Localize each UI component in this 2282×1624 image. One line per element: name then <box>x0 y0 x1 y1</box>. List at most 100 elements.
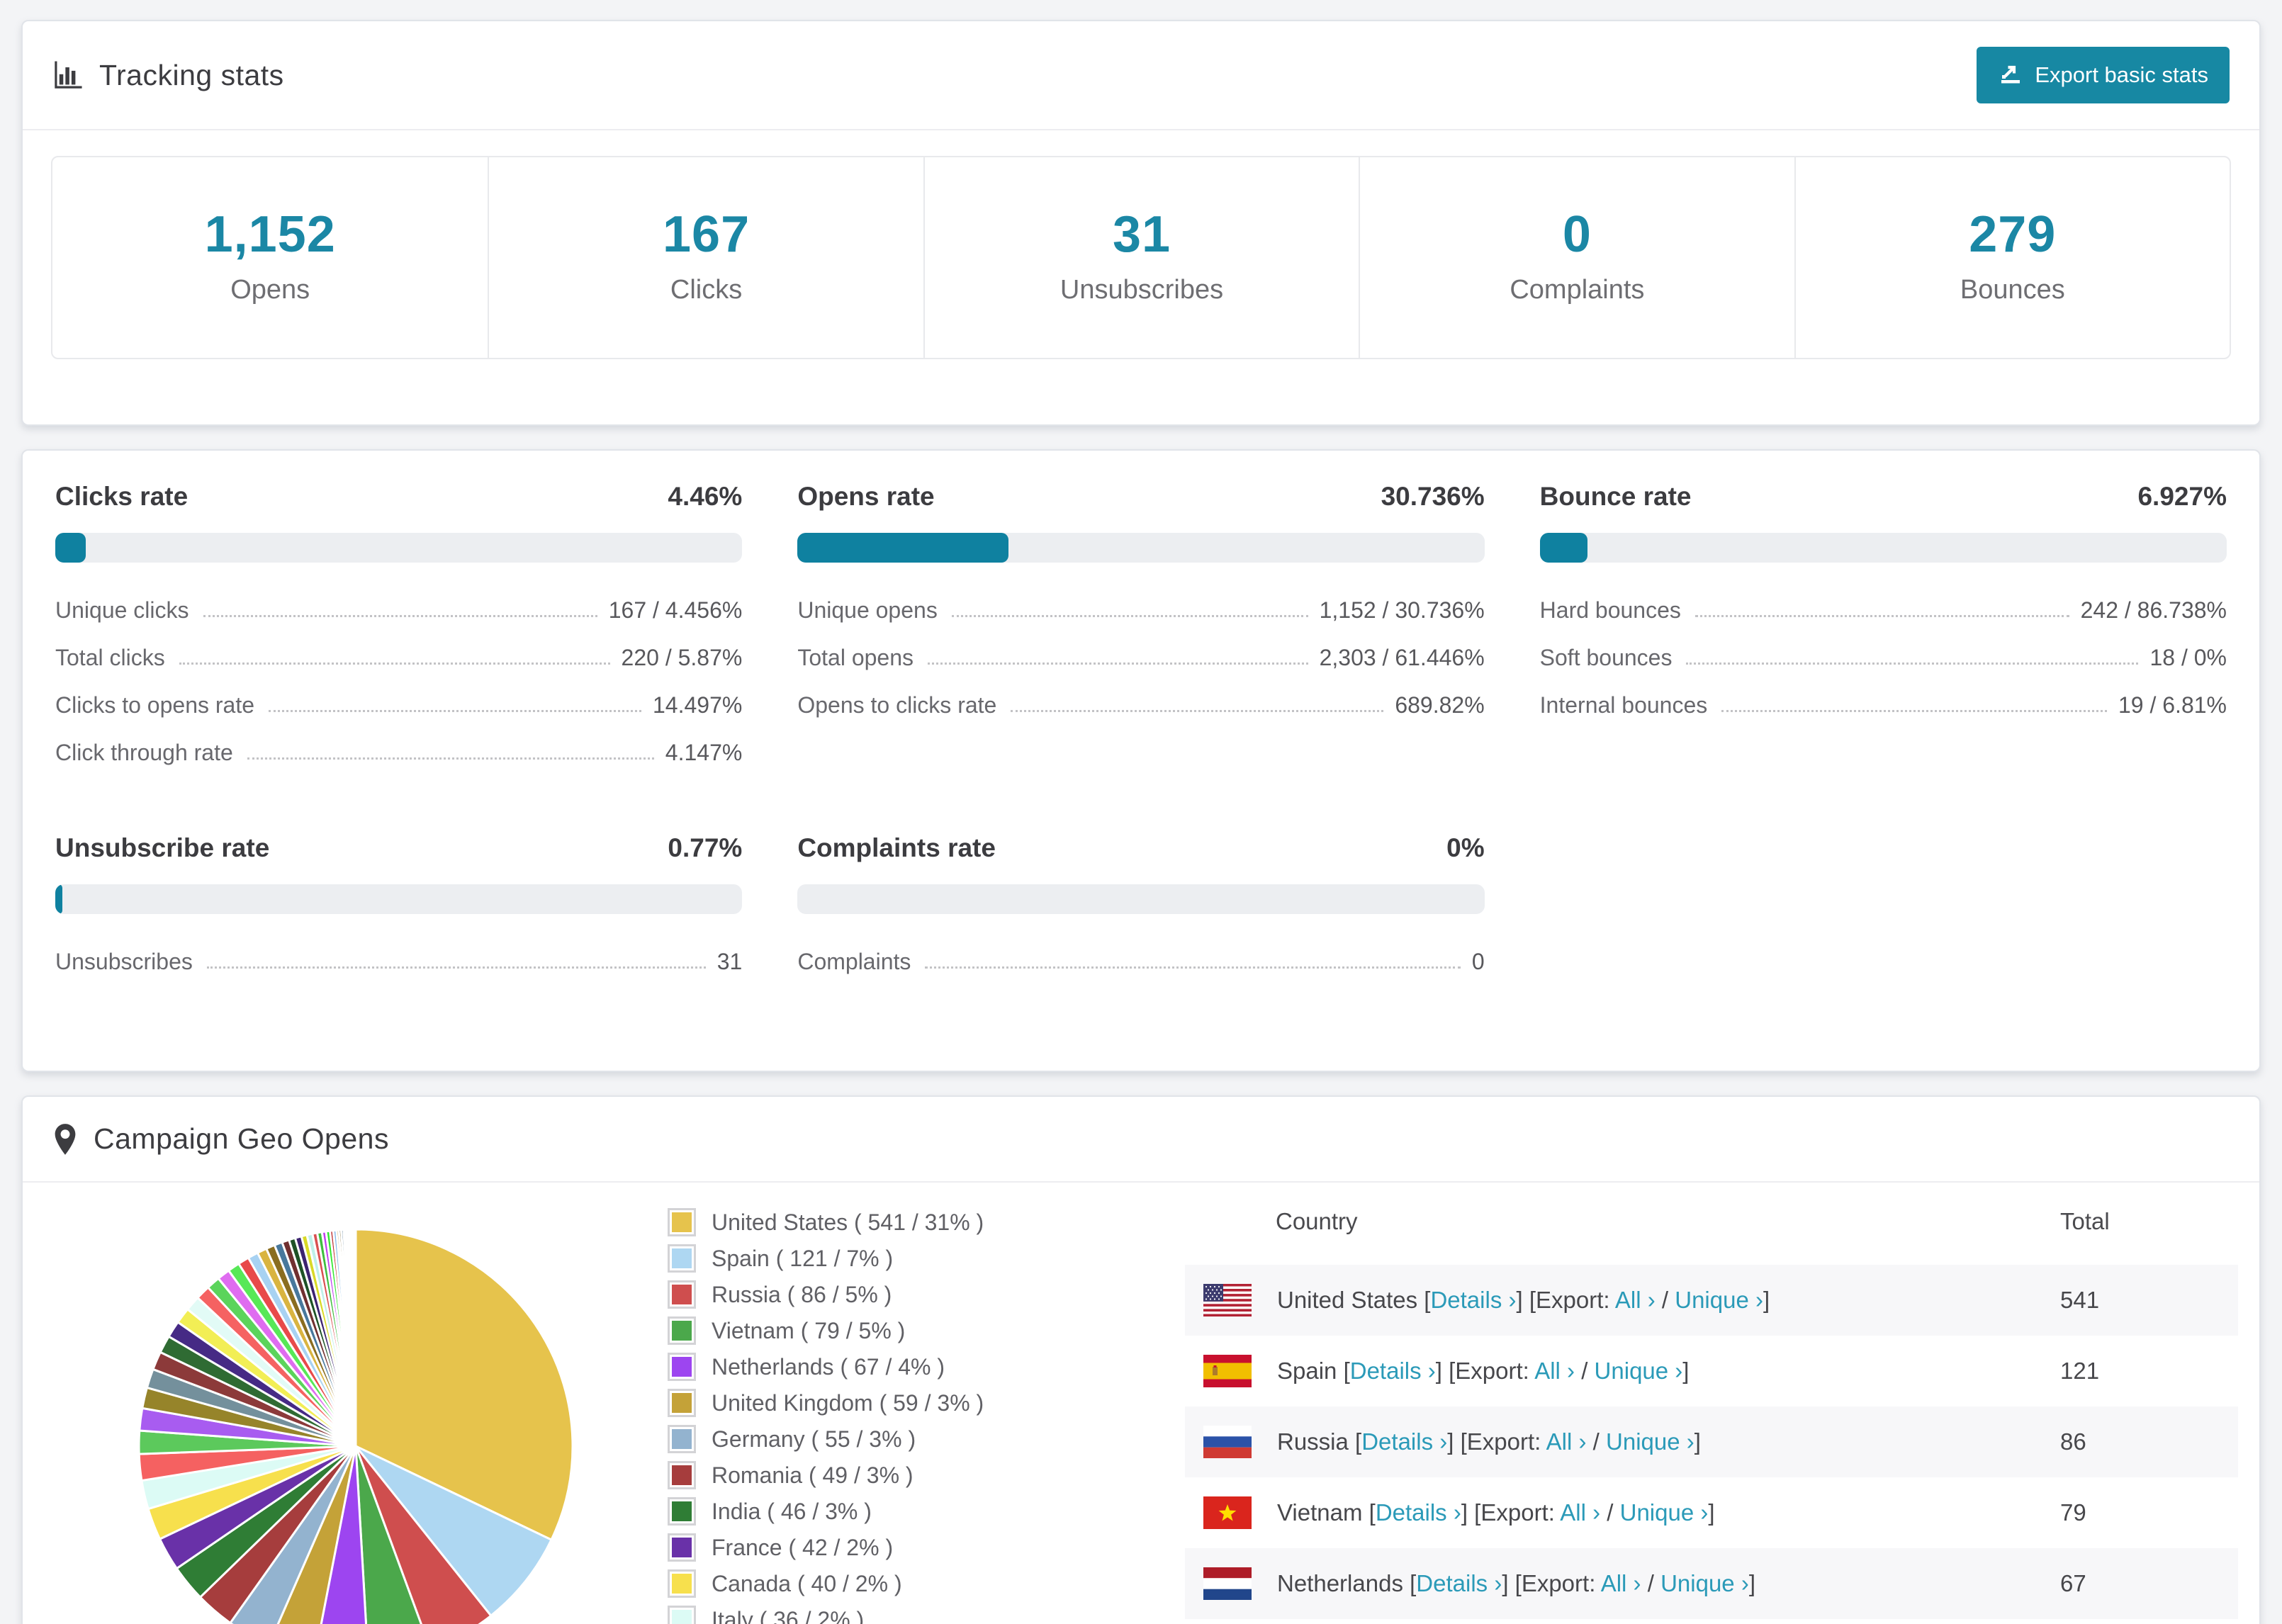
legend-item-india[interactable]: India ( 46 / 3% ) <box>668 1497 1185 1526</box>
export-all-link[interactable]: All › <box>1615 1287 1656 1313</box>
rate-row: Total clicks 220 / 5.87% <box>55 634 742 682</box>
rate-value: 0% <box>1446 833 1485 862</box>
export-unique-link[interactable]: Unique › <box>1595 1358 1683 1384</box>
rate-row-value: 242 / 86.738% <box>2080 597 2227 623</box>
progress-bar-track <box>55 533 743 563</box>
legend-item-canada[interactable]: Canada ( 40 / 2% ) <box>668 1569 1185 1598</box>
rate-value: 4.46% <box>668 482 743 511</box>
legend-item-united-kingdom[interactable]: United Kingdom ( 59 / 3% ) <box>668 1389 1185 1417</box>
legend-swatch <box>668 1533 696 1562</box>
rate-row-label: Clicks to opens rate <box>55 692 255 718</box>
rate-row-label: Total clicks <box>55 645 165 670</box>
bracket: [ <box>1410 1570 1417 1596</box>
rate-row: Click through rate 4.147% <box>55 729 742 777</box>
progress-bar-fill <box>797 533 1009 563</box>
dotted-leader <box>1011 710 1384 712</box>
export-basic-stats-button[interactable]: Export basic stats <box>1977 47 2230 103</box>
export-all-link[interactable]: All › <box>1546 1428 1587 1455</box>
slash: / <box>1586 1428 1607 1455</box>
legend-label: Vietnam ( 79 / 5% ) <box>712 1317 906 1343</box>
country-name: Vietnam <box>1277 1499 1369 1526</box>
legend-item-spain[interactable]: Spain ( 121 / 7% ) <box>668 1244 1185 1273</box>
export-all-link[interactable]: All › <box>1560 1499 1600 1526</box>
tracking-stats-card: Tracking stats Export basic stats 1,152 O… <box>21 20 2261 426</box>
rate-head: Bounce rate 6.927% <box>1540 482 2227 512</box>
rate-row: Unique opens 1,152 / 30.736% <box>797 587 1484 634</box>
legend-label: Romania ( 49 / 3% ) <box>712 1462 914 1488</box>
rate-row-label: Unique clicks <box>55 597 189 623</box>
stat-value: 1,152 <box>204 206 336 263</box>
geo-table-row-united-states: United States [Details ›] [Export: All ›… <box>1185 1265 2238 1336</box>
stat-bounces: 279 Bounces <box>1794 157 2230 358</box>
legend-item-united-states[interactable]: United States ( 541 / 31% ) <box>668 1208 1185 1236</box>
legend-swatch <box>668 1208 696 1236</box>
rate-block-opens: Opens rate 30.736% Unique opens 1,152 / 30.… <box>797 482 1485 729</box>
bracket: ] <box>1748 1570 1755 1596</box>
dotted-leader <box>928 662 1308 665</box>
dotted-leader <box>206 966 706 969</box>
rate-row: Internal bounces 19 / 6.81% <box>1540 682 2227 729</box>
legend-item-romania[interactable]: Romania ( 49 / 3% ) <box>668 1461 1185 1489</box>
bracket: [ <box>1343 1358 1350 1384</box>
details-link[interactable]: Details › <box>1376 1499 1461 1526</box>
stat-unsubscribes: 31 Unsubscribes <box>923 157 1359 358</box>
legend-label: Canada ( 40 / 2% ) <box>712 1570 902 1596</box>
export-all-link[interactable]: All › <box>1534 1358 1575 1384</box>
legend-item-netherlands[interactable]: Netherlands ( 67 / 4% ) <box>668 1353 1185 1381</box>
campaign-geo-opens-card: Campaign Geo Opens United States ( 541 /… <box>21 1095 2261 1624</box>
bracket: ] [Export: <box>1435 1358 1535 1384</box>
stat-clicks: 167 Clicks <box>488 157 923 358</box>
rate-row: Unique clicks 167 / 4.456% <box>55 587 742 634</box>
bar-chart-icon <box>52 60 84 91</box>
progress-bar-track <box>797 884 1485 914</box>
bracket: ] [Export: <box>1502 1570 1601 1596</box>
progress-bar-fill <box>55 884 62 914</box>
rate-title: Bounce rate <box>1539 482 1692 511</box>
rate-block-bounce: Bounce rate 6.927% Hard bounces 242 / 86.73… <box>1539 482 2227 729</box>
dotted-leader <box>1694 615 2069 617</box>
nl-flag-icon <box>1203 1567 1252 1600</box>
dotted-leader <box>203 615 597 617</box>
stat-label: Opens <box>230 275 310 305</box>
export-unique-link[interactable]: Unique › <box>1620 1499 1709 1526</box>
geo-pie-legend: United States ( 541 / 31% ) Spain ( 121 /… <box>668 1183 1185 1624</box>
rate-title: Complaints rate <box>797 833 996 862</box>
legend-item-germany[interactable]: Germany ( 55 / 3% ) <box>668 1425 1185 1453</box>
geo-total-cell: 86 <box>2060 1428 2086 1455</box>
details-link[interactable]: Details › <box>1361 1428 1447 1455</box>
dotted-leader <box>1721 710 2107 712</box>
legend-swatch <box>668 1497 696 1526</box>
progress-bar-track <box>55 884 743 914</box>
details-link[interactable]: Details › <box>1350 1358 1436 1384</box>
legend-item-france[interactable]: France ( 42 / 2% ) <box>668 1533 1185 1562</box>
country-name: Netherlands <box>1277 1570 1410 1596</box>
legend-item-russia[interactable]: Russia ( 86 / 5% ) <box>668 1280 1185 1309</box>
rate-row: Unsubscribes 31 <box>55 938 742 986</box>
dotted-leader <box>247 757 654 760</box>
legend-item-italy[interactable]: Italy ( 36 / 2% ) <box>668 1606 1185 1624</box>
rate-rows: Complaints 0 <box>797 938 1484 986</box>
rate-rows: Unique opens 1,152 / 30.736% Total opens 2,… <box>797 587 1484 729</box>
rate-row-label: Opens to clicks rate <box>797 692 997 718</box>
progress-bar-track <box>797 533 1485 563</box>
legend-item-vietnam[interactable]: Vietnam ( 79 / 5% ) <box>668 1316 1185 1345</box>
dotted-leader <box>179 662 610 665</box>
details-link[interactable]: Details › <box>1416 1570 1502 1596</box>
map-pin-icon <box>52 1123 78 1156</box>
legend-swatch <box>668 1280 696 1309</box>
export-unique-link[interactable]: Unique › <box>1606 1428 1694 1455</box>
stat-label: Bounces <box>1960 275 2065 305</box>
rate-row: Clicks to opens rate 14.497% <box>55 682 742 729</box>
export-unique-link[interactable]: Unique › <box>1660 1570 1749 1596</box>
geo-table-row-united-kingdom: United Kingdom [Details ›] [Export: All … <box>1185 1619 2238 1624</box>
geo-country-cell: Spain [Details ›] [Export: All › / Uniqu… <box>1277 1358 2060 1385</box>
vn-flag-icon <box>1203 1496 1252 1529</box>
export-unique-link[interactable]: Unique › <box>1675 1287 1763 1313</box>
rate-head: Complaints rate 0% <box>797 833 1484 863</box>
slash: / <box>1641 1570 1661 1596</box>
details-link[interactable]: Details › <box>1430 1287 1516 1313</box>
pie-slice-other-55 <box>354 1228 357 1448</box>
export-all-link[interactable]: All › <box>1601 1570 1641 1596</box>
rate-rows: Unique clicks 167 / 4.456% Total clicks 220… <box>55 587 742 777</box>
geo-country-cell: Russia [Details ›] [Export: All › / Uniq… <box>1277 1428 2060 1455</box>
